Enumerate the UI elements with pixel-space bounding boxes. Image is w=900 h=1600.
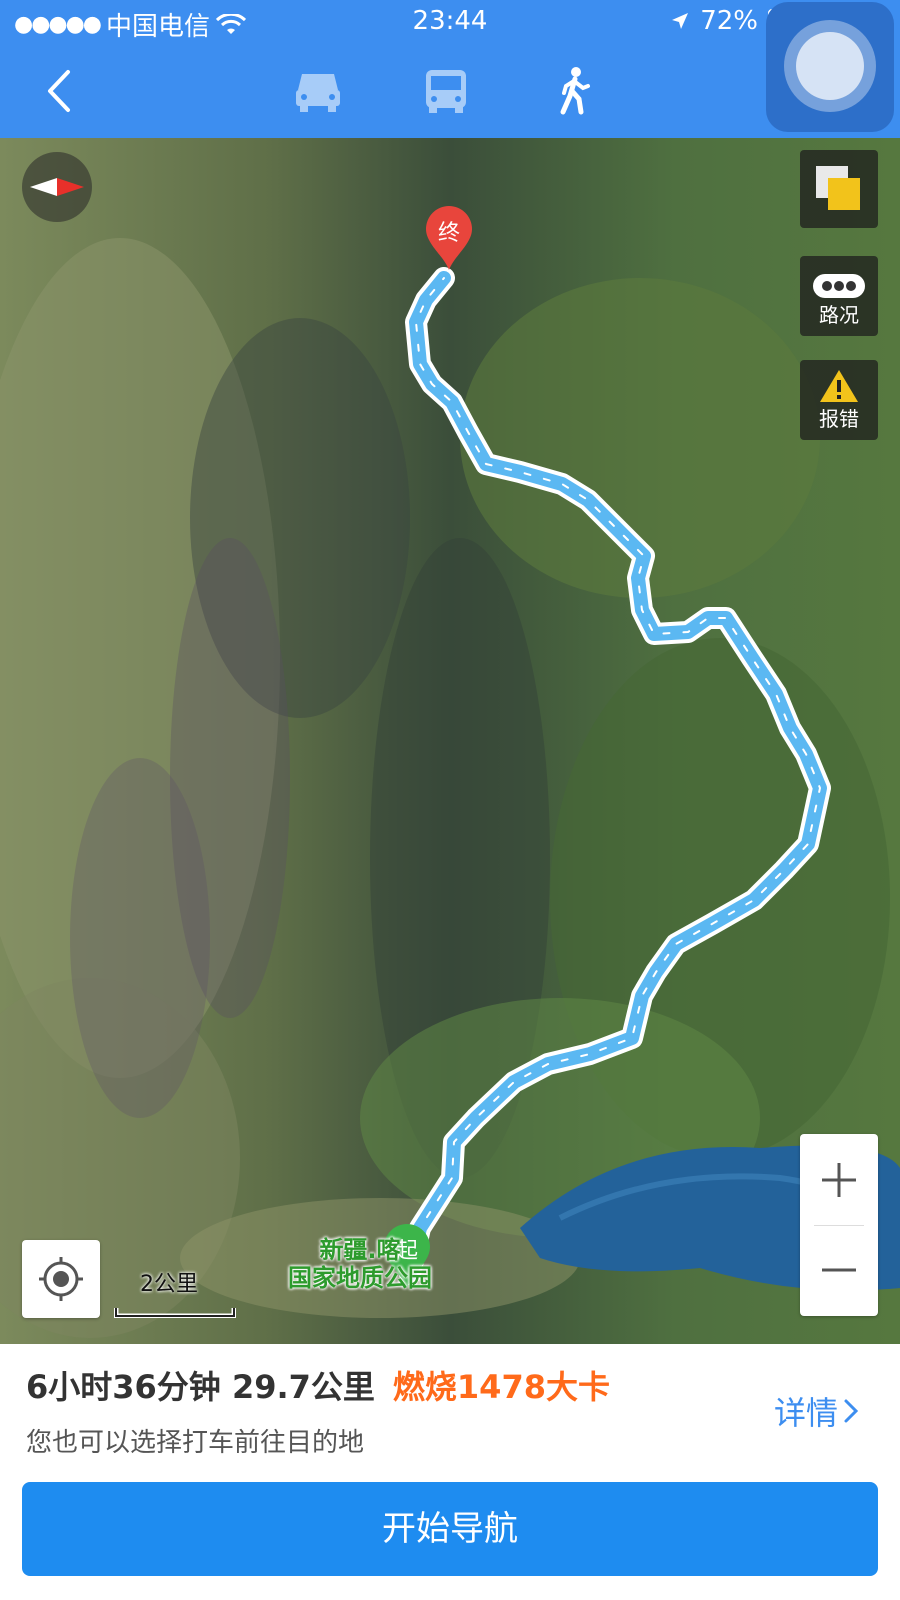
zoom-in-button[interactable] xyxy=(800,1134,878,1224)
assistive-touch-center xyxy=(796,32,864,100)
end-marker[interactable]: 终 xyxy=(424,206,474,272)
status-bar: ●●●●● 中国电信 23:44 72% xyxy=(0,0,900,44)
start-navigation-button[interactable]: 开始导航 xyxy=(22,1482,878,1576)
assistive-touch-button[interactable] xyxy=(766,2,894,132)
details-link[interactable]: 详情 xyxy=(774,1388,860,1434)
satellite-map[interactable] xyxy=(0,138,900,1344)
car-icon xyxy=(296,74,340,112)
battery-percent: 72% xyxy=(700,6,758,36)
layers-icon xyxy=(816,166,860,210)
poi-line-1: 新疆.喀 xyxy=(319,1236,401,1264)
route-calories: 燃烧1478大卡 xyxy=(392,1368,610,1406)
locate-icon xyxy=(39,1257,83,1301)
car-mode-button[interactable] xyxy=(290,66,346,116)
compass-button[interactable] xyxy=(22,152,92,222)
layers-button[interactable] xyxy=(800,150,878,228)
report-error-label: 报错 xyxy=(819,407,859,431)
nav-bar xyxy=(0,44,900,138)
poi-line-2: 国家地质公园 xyxy=(288,1264,432,1292)
details-label: 详情 xyxy=(773,1394,838,1432)
traffic-icon xyxy=(813,274,865,298)
locate-button[interactable] xyxy=(22,1240,100,1318)
compass-icon xyxy=(30,178,84,196)
warning-icon xyxy=(820,370,858,402)
route-summary: 6小时36分钟 29.7公里 燃烧1478大卡 xyxy=(26,1362,610,1408)
zoom-out-button[interactable] xyxy=(800,1226,878,1316)
plus-icon xyxy=(822,1163,856,1197)
bus-icon xyxy=(426,70,466,113)
taxi-hint: 您也可以选择打车前往目的地 xyxy=(26,1428,365,1458)
end-marker-label: 终 xyxy=(437,221,460,246)
traffic-label: 路况 xyxy=(819,303,859,327)
walk-icon xyxy=(560,67,590,115)
report-error-button[interactable]: 报错 xyxy=(800,360,878,440)
walk-mode-button[interactable] xyxy=(546,66,602,116)
chevron-right-icon xyxy=(844,1399,859,1423)
terrain-layer xyxy=(0,138,900,1344)
traffic-button[interactable]: 路况 xyxy=(800,256,878,336)
bus-mode-button[interactable] xyxy=(418,66,474,116)
zoom-control xyxy=(800,1134,878,1316)
route-panel: 6小时36分钟 29.7公里 燃烧1478大卡 您也可以选择打车前往目的地 详情 … xyxy=(0,1344,900,1600)
scale-label: 2公里 xyxy=(140,1272,198,1297)
back-button[interactable] xyxy=(38,66,84,116)
location-arrow-icon xyxy=(672,13,689,29)
route-time-distance: 6小时36分钟 29.7公里 xyxy=(26,1368,375,1406)
poi-label[interactable]: 新疆.喀 国家地质公园 xyxy=(270,1236,450,1292)
